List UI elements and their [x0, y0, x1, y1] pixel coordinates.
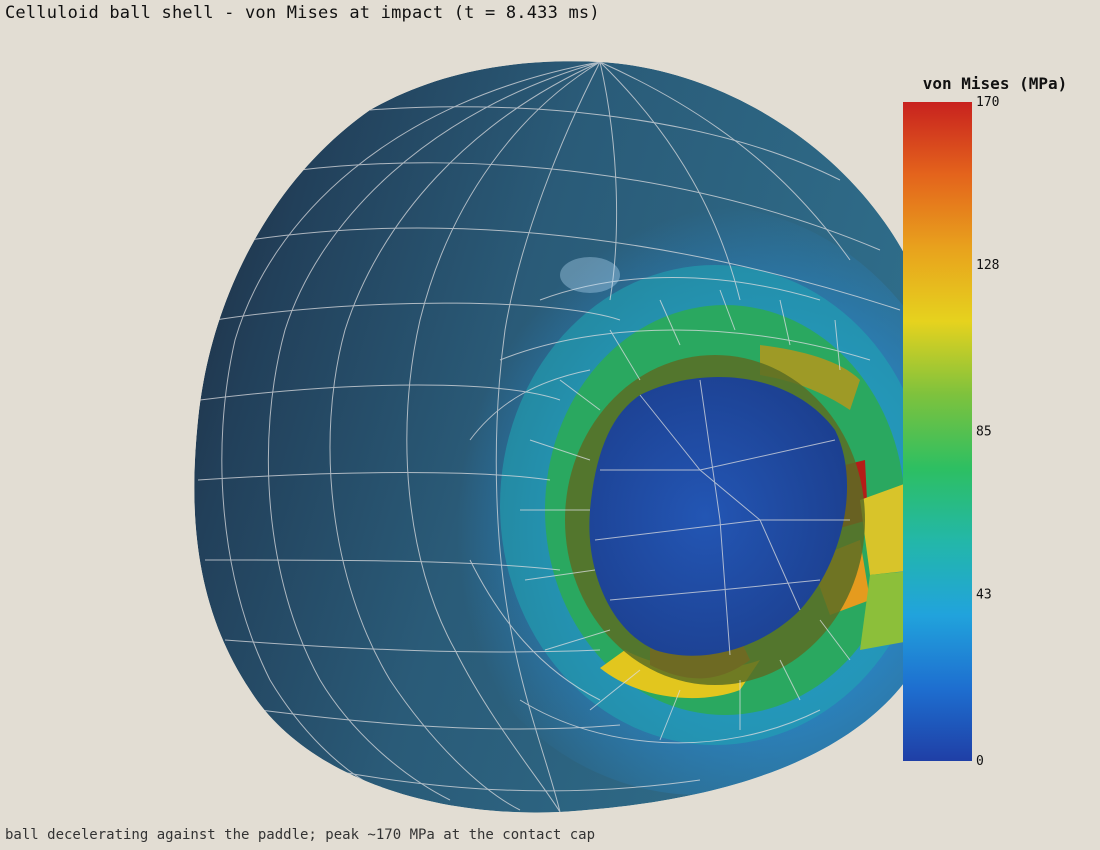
colorbar-tick-2: 85 [976, 425, 992, 440]
shell-plot[interactable]: von Mises (MPa) 0 43 85 128 170 [0, 0, 1100, 850]
colorbar-ticks: 0 43 85 128 170 [976, 95, 999, 769]
specular-highlight [560, 257, 620, 293]
colorbar-scale [903, 102, 972, 761]
colorbar-tick-3: 128 [976, 258, 999, 273]
ball-shell [194, 61, 925, 813]
colorbar-tick-1: 43 [976, 587, 992, 602]
colorbar: von Mises (MPa) 0 43 85 128 170 [903, 74, 1067, 769]
plot-footnote: ball decelerating against the paddle; pe… [5, 827, 596, 843]
colorbar-tick-4: 170 [976, 95, 999, 110]
colorbar-title: von Mises (MPa) [923, 74, 1068, 93]
colorbar-tick-0: 0 [976, 754, 984, 769]
